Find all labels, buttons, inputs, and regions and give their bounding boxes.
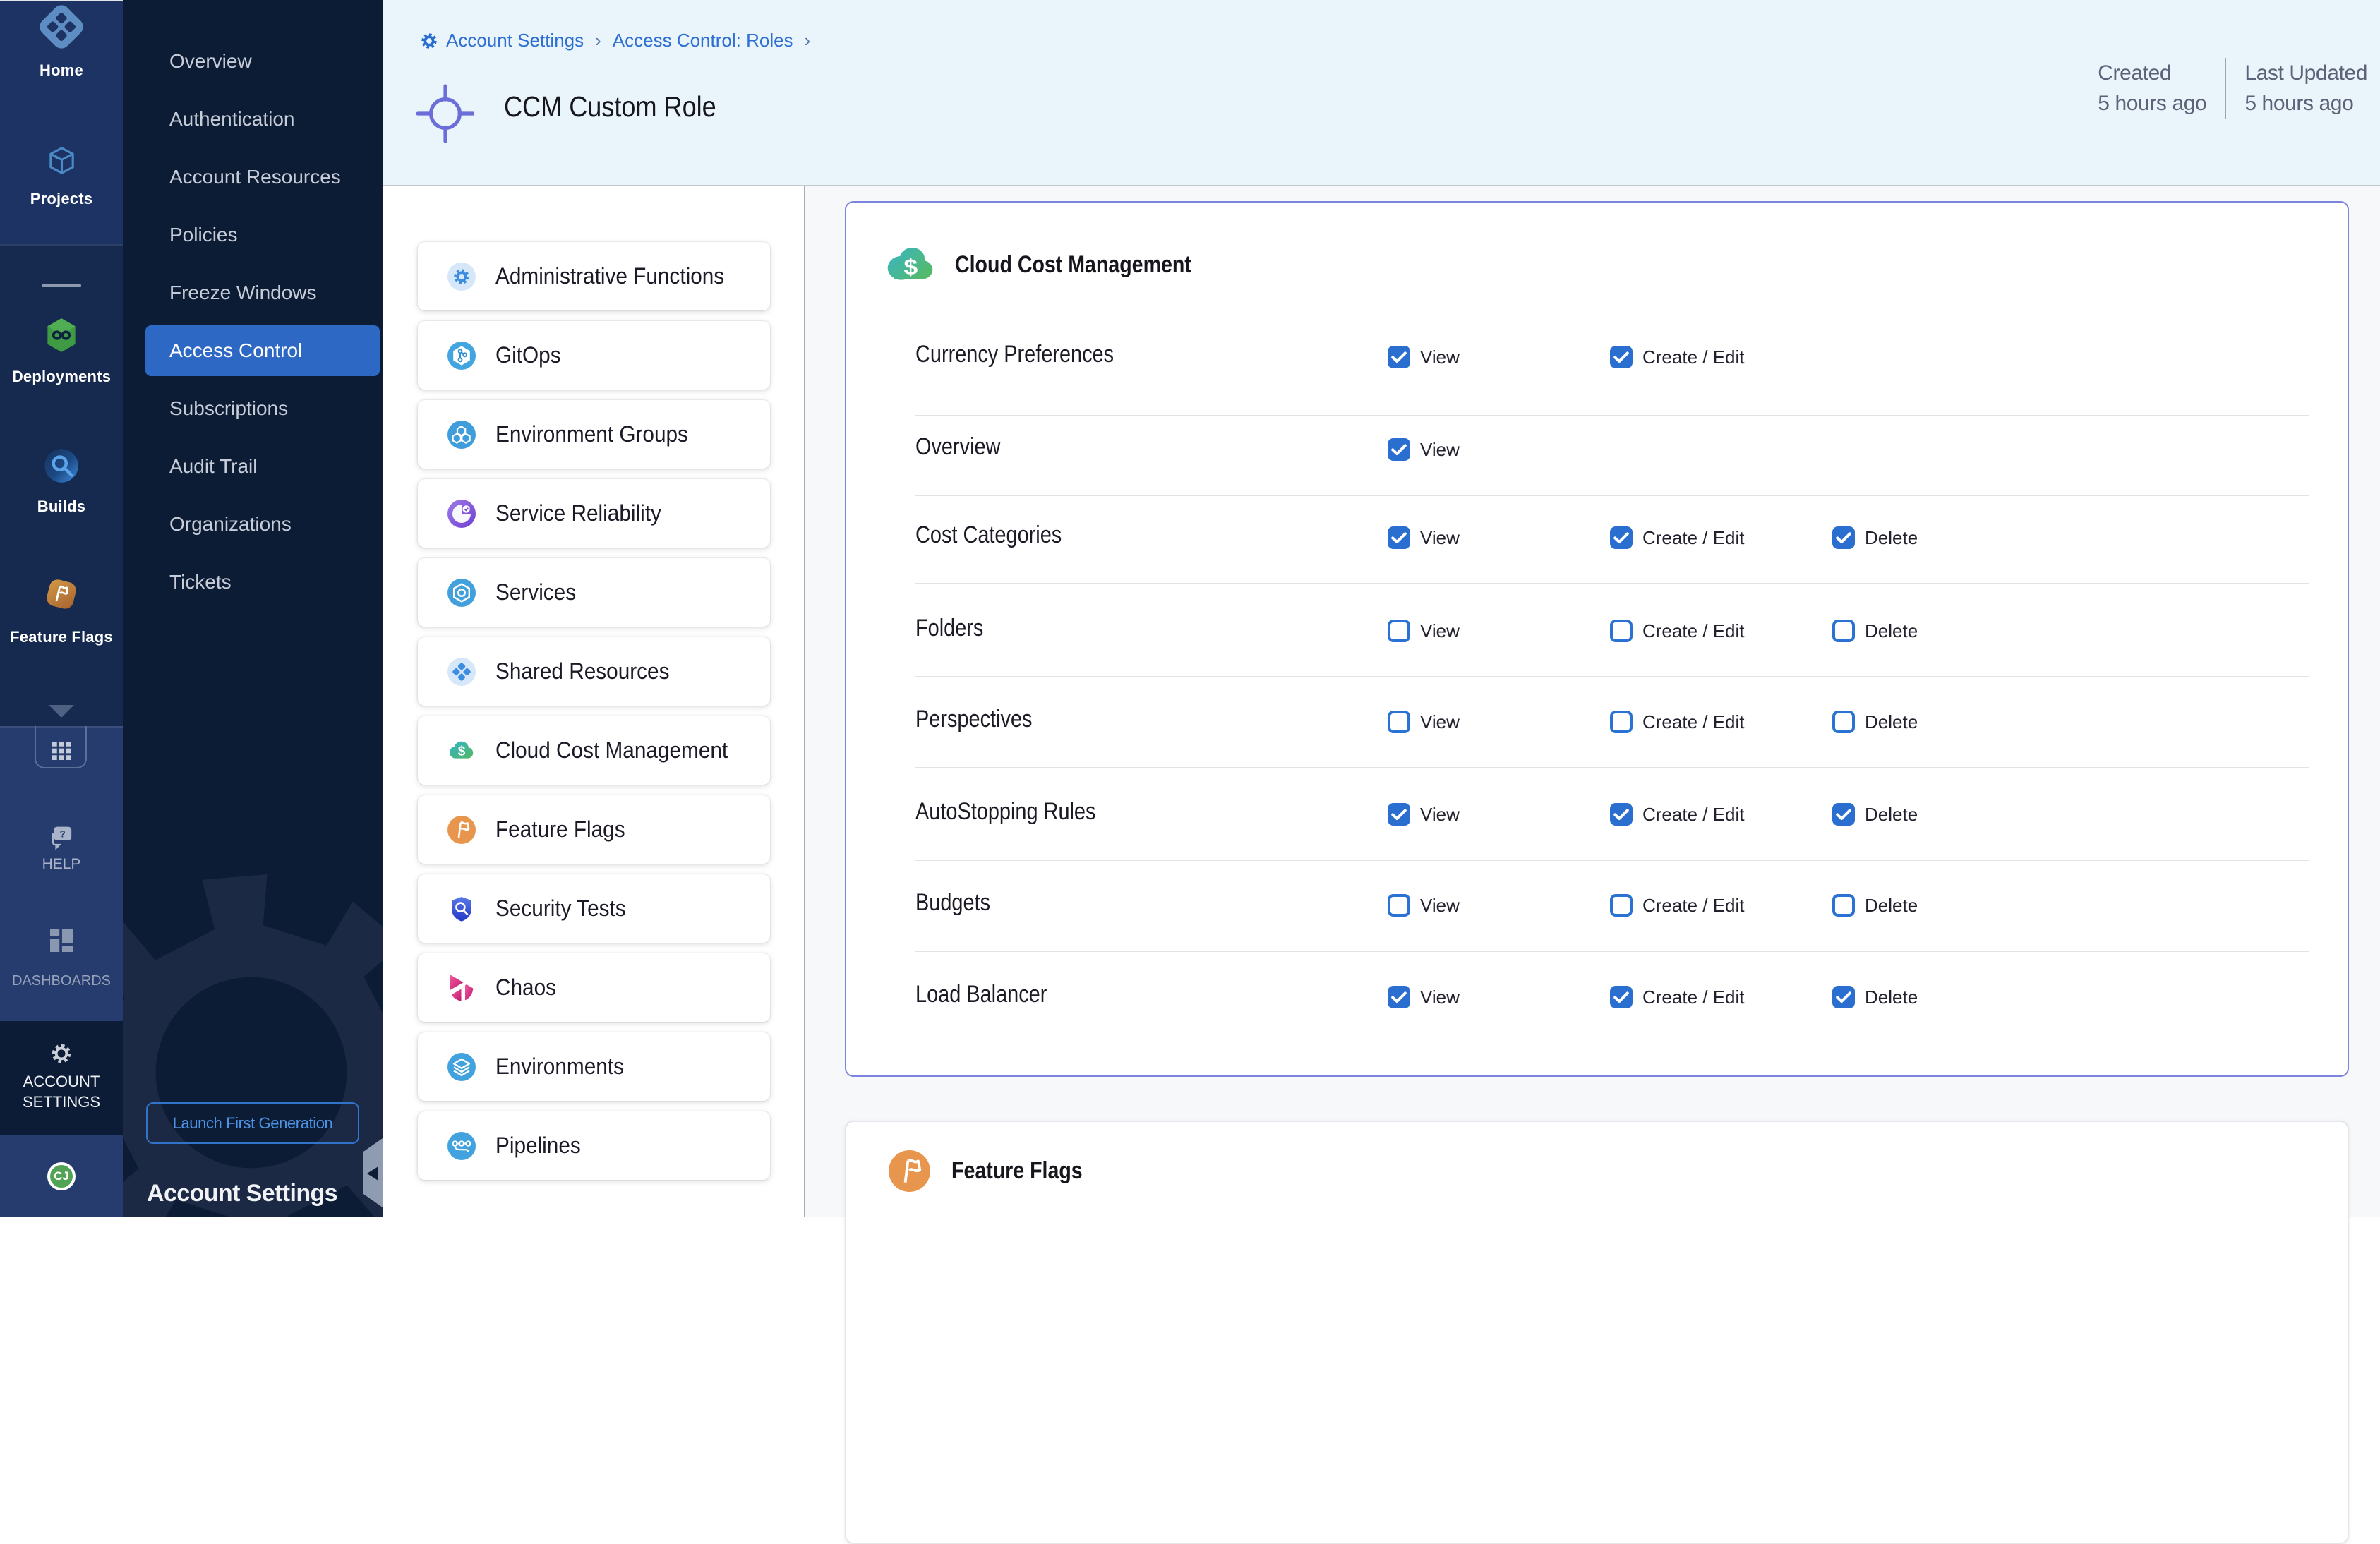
- svg-text:$: $: [903, 255, 918, 280]
- svg-text:?: ?: [60, 828, 66, 839]
- svg-text:$: $: [458, 744, 466, 759]
